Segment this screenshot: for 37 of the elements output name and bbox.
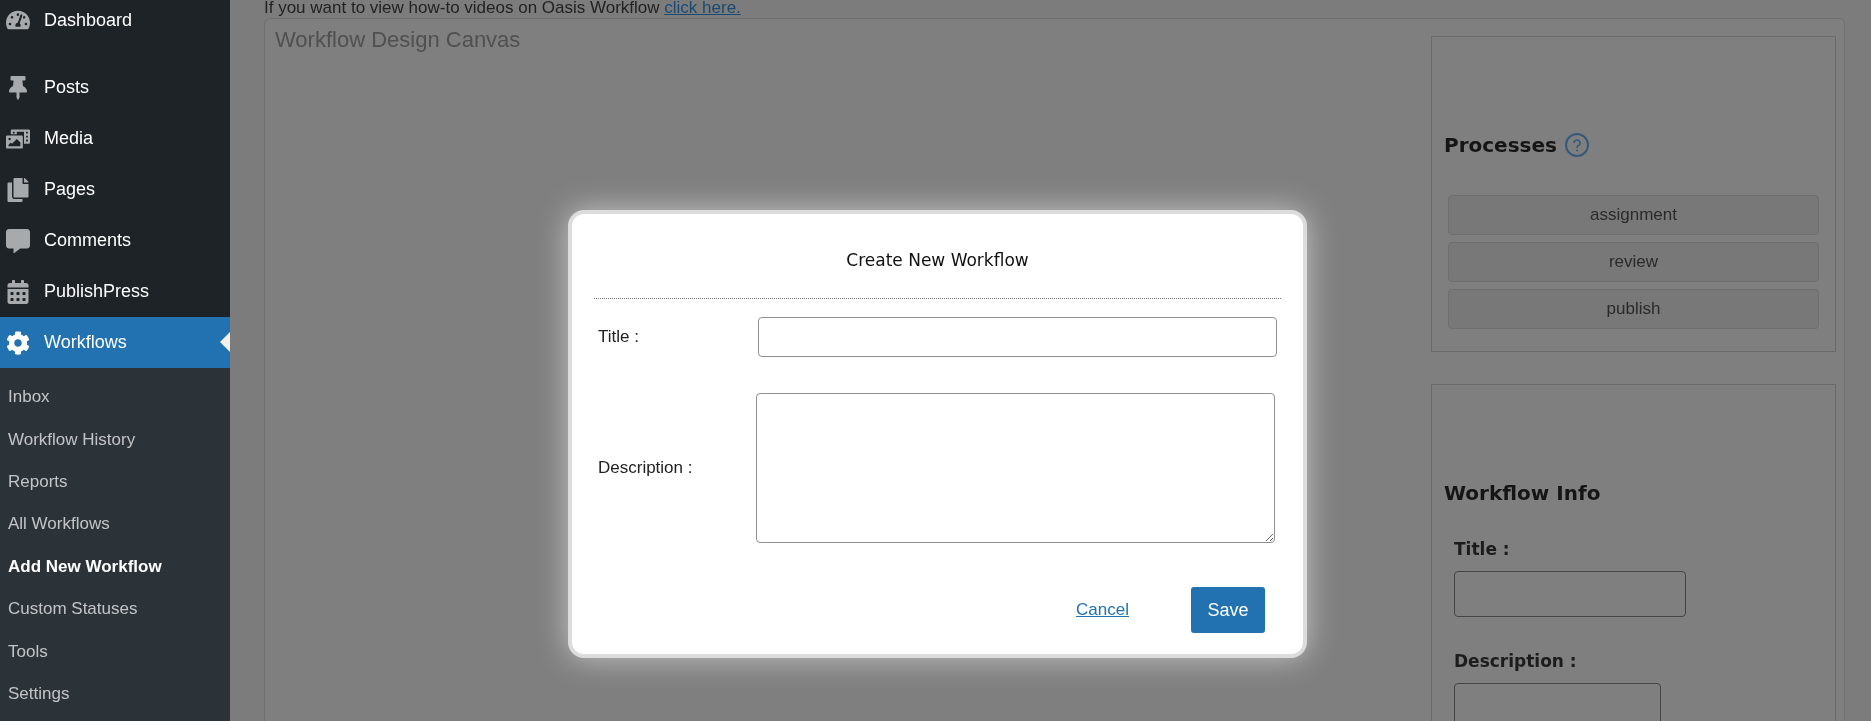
submenu-item[interactable]: Workflow History (0, 418, 230, 461)
title-field[interactable] (758, 317, 1277, 357)
speech-bubble-icon (6, 228, 30, 253)
submenu-item[interactable]: Tools (0, 630, 230, 673)
cancel-link[interactable]: Cancel (1076, 600, 1129, 620)
input-field[interactable] (1454, 683, 1661, 721)
field-label: Description : (1454, 651, 1578, 671)
menu-item[interactable]: Workflows (0, 317, 230, 368)
dialog-title: Create New Workflow (845, 249, 1030, 272)
help-icon[interactable] (1564, 133, 1589, 157)
media-icon (6, 126, 30, 151)
description-field[interactable] (756, 393, 1275, 543)
workflow-info-title: Workflow Info (1444, 481, 1602, 505)
submenu-item[interactable]: Settings (0, 672, 230, 716)
processes-title: Processes (1444, 133, 1557, 157)
gauge-icon (6, 8, 30, 32)
submenu-item[interactable]: Reports (0, 460, 230, 504)
field-label: Title : (1454, 539, 1511, 559)
field-label: Title : (598, 327, 640, 347)
pages-icon (6, 177, 30, 202)
menu-item[interactable]: Posts (0, 62, 230, 113)
submenu-item[interactable]: Add New Workflow (0, 545, 230, 588)
submenu-item[interactable]: Inbox (0, 376, 230, 419)
submenu-item[interactable]: All Workflows (0, 503, 230, 546)
settings-icon (6, 330, 30, 355)
menu-item[interactable]: Pages (0, 164, 230, 215)
menu-item[interactable]: Dashboard (0, 0, 230, 40)
pin-icon (6, 75, 30, 100)
menu-item[interactable]: Comments (0, 215, 230, 266)
input-field[interactable] (1454, 571, 1686, 617)
menu-item[interactable]: Media (0, 113, 230, 164)
notice-text: If you want to view how-to videos on Oasis Workflow click here. (264, 0, 742, 18)
calendar-icon (6, 279, 30, 304)
menu-item[interactable]: PublishPress (0, 266, 230, 317)
submenu-item[interactable]: Custom Statuses (0, 587, 230, 631)
save-button[interactable]: Save (1191, 587, 1265, 633)
field-label: Description : (598, 458, 694, 478)
